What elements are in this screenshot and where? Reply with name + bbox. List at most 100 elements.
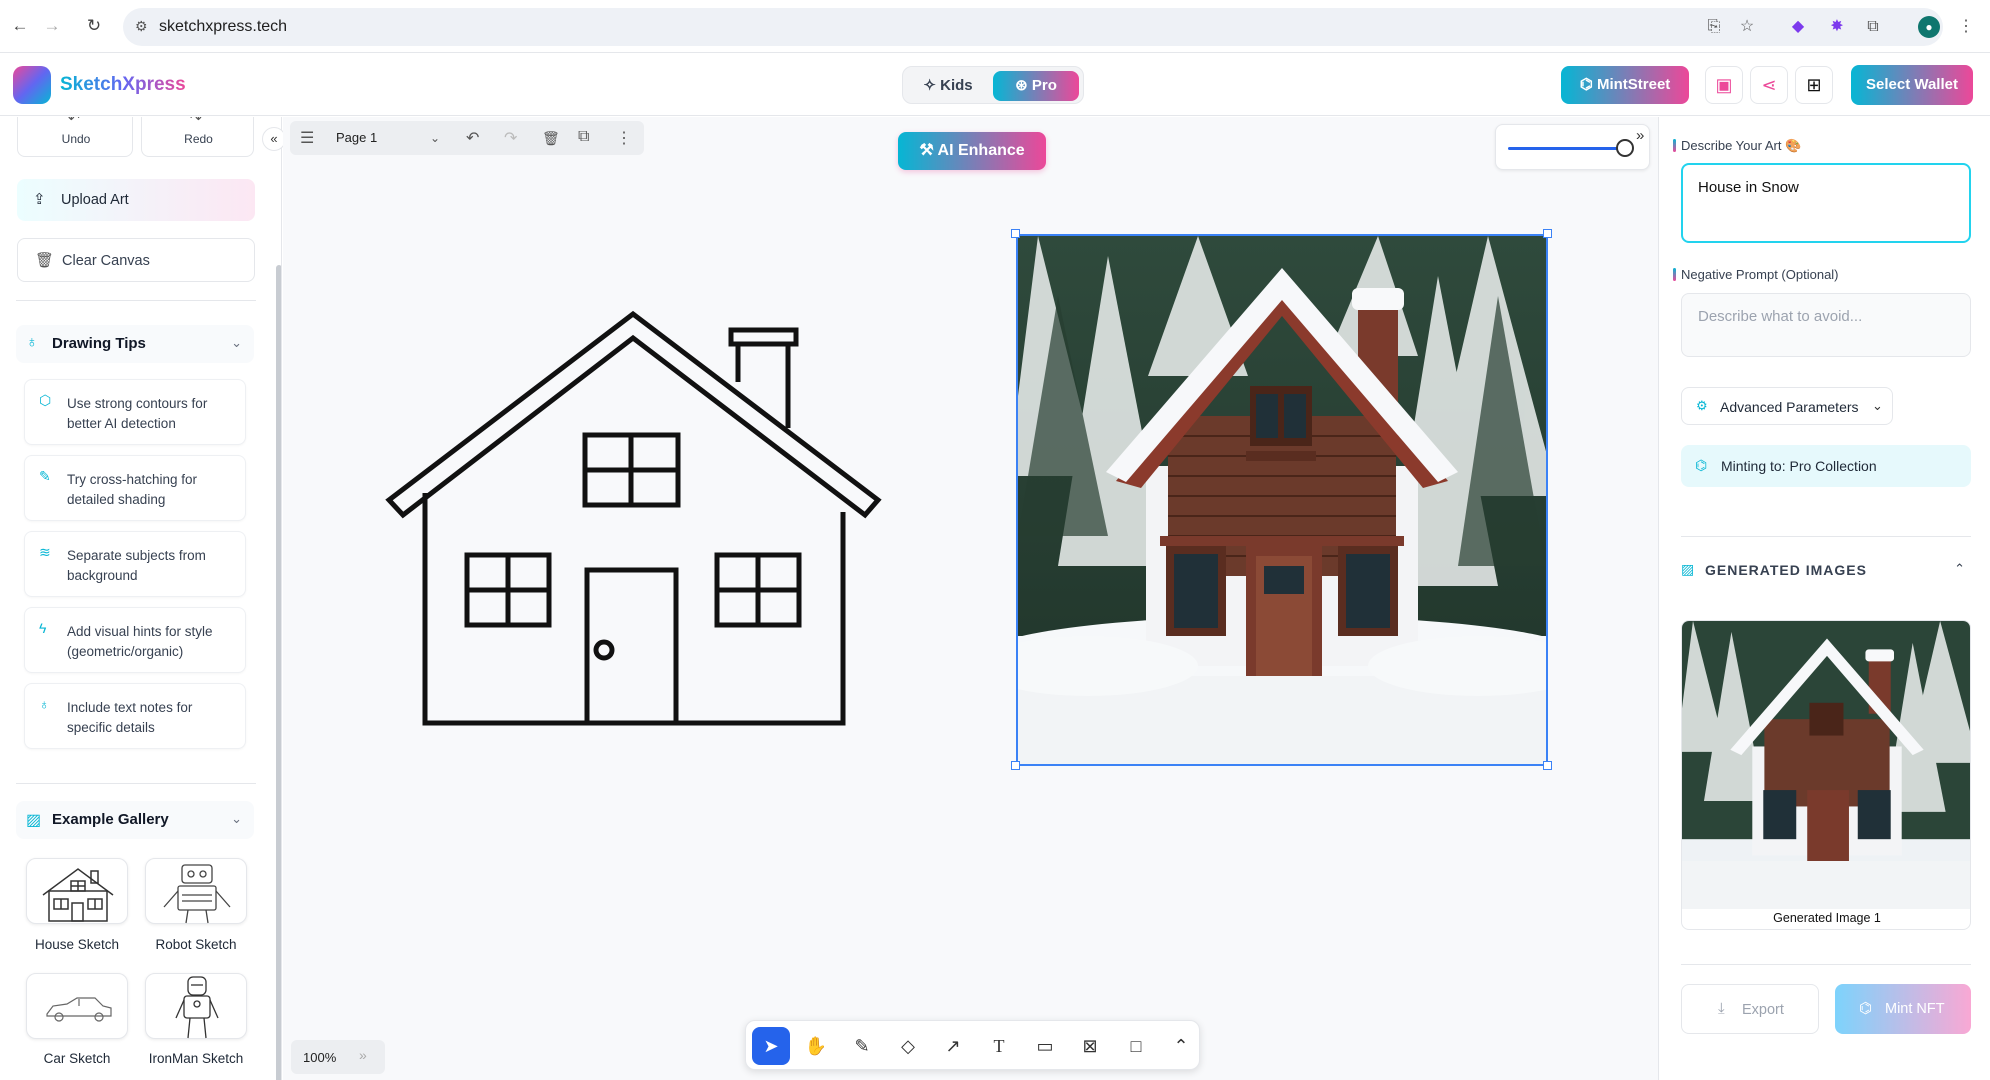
undo-button[interactable]: ↶ Undo bbox=[17, 117, 133, 157]
clear-canvas-label: Clear Canvas bbox=[62, 253, 150, 269]
resize-handle[interactable] bbox=[1543, 229, 1552, 238]
extension-icon[interactable]: ◆ bbox=[1787, 16, 1809, 38]
sidebar-scrollbar[interactable] bbox=[276, 265, 281, 1080]
resize-handle[interactable] bbox=[1011, 229, 1020, 238]
grid-icon[interactable]: ⊞ bbox=[1795, 66, 1833, 104]
stroke-slider-panel: » bbox=[1495, 124, 1650, 170]
gallery-item-robot[interactable] bbox=[145, 858, 247, 924]
gallery-label: House Sketch bbox=[34, 937, 120, 952]
gallery-item-car[interactable] bbox=[26, 973, 128, 1039]
app-logo[interactable] bbox=[13, 66, 51, 104]
undo-icon[interactable]: ↶ bbox=[466, 128, 479, 148]
redo-icon[interactable]: ↷ bbox=[504, 128, 517, 148]
generated-image-card[interactable]: Generated Image 1 bbox=[1681, 620, 1971, 930]
gallery-label: Car Sketch bbox=[43, 1051, 111, 1066]
text-tool-icon[interactable]: T bbox=[980, 1027, 1018, 1065]
page-name[interactable]: Page 1 bbox=[336, 130, 377, 145]
generated-images-header[interactable]: ▨ GENERATED IMAGES ⌃ bbox=[1681, 559, 1971, 587]
collection-icon: ⌬ bbox=[1695, 457, 1708, 473]
page-menu-bar: ☰ Page 1 ⌄ ↶ ↷ 🗑 ⧉ ⋮ bbox=[290, 121, 644, 155]
delete-icon[interactable]: 🗑 bbox=[542, 130, 560, 147]
browser-menu-icon[interactable]: ⋮ bbox=[1955, 16, 1977, 38]
tip-card: ✎ Try cross-hatching for detailed shading bbox=[24, 455, 246, 521]
image-tool-icon[interactable]: ⊠ bbox=[1071, 1027, 1109, 1065]
profile-avatar[interactable]: ● bbox=[1918, 16, 1940, 38]
export-button[interactable]: ⤓ Export bbox=[1681, 984, 1819, 1034]
mintstreet-button[interactable]: ⌬ MintStreet bbox=[1561, 66, 1689, 104]
pencil-icon: ✎ bbox=[39, 468, 51, 484]
negative-placeholder: Describe what to avoid... bbox=[1698, 308, 1863, 325]
right-panel: Describe Your Art 🎨 House in Snow Negati… bbox=[1658, 117, 1990, 1080]
hamburger-menu-icon[interactable]: ☰ bbox=[300, 128, 314, 148]
negative-prompt-input[interactable]: Describe what to avoid... bbox=[1681, 293, 1971, 357]
describe-art-input[interactable]: House in Snow bbox=[1681, 163, 1971, 243]
arrow-tool-icon[interactable]: ↗ bbox=[934, 1027, 972, 1065]
mint-nft-label: Mint NFT bbox=[1885, 1001, 1945, 1017]
gallery-item-ironman[interactable] bbox=[145, 973, 247, 1039]
extensions-puzzle-icon[interactable]: ⧉ bbox=[1862, 16, 1884, 38]
divider bbox=[16, 783, 256, 784]
eraser-tool-icon[interactable]: ◇ bbox=[889, 1027, 927, 1065]
upload-art-button[interactable]: ⇪ Upload Art bbox=[17, 179, 255, 221]
chevron-down-icon[interactable]: ⌄ bbox=[430, 131, 440, 145]
tip-text: Include text notes for specific details bbox=[67, 700, 193, 735]
redo-button[interactable]: ↷ Redo bbox=[141, 117, 254, 157]
mint-icon: ⌬ bbox=[1859, 1000, 1873, 1017]
advanced-parameters-button[interactable]: ⚙ Advanced Parameters ⌄ bbox=[1681, 387, 1893, 425]
slider-thumb[interactable] bbox=[1616, 139, 1634, 157]
mode-kids-button[interactable]: ✧ Kids bbox=[909, 71, 987, 101]
ai-enhance-label: AI Enhance bbox=[937, 142, 1025, 159]
more-icon[interactable]: ⋮ bbox=[616, 128, 632, 148]
expand-icon[interactable]: » bbox=[359, 1047, 367, 1063]
site-info-icon[interactable]: ⚙ bbox=[135, 18, 148, 35]
address-bar[interactable]: ⚙ sketchxpress.tech bbox=[123, 8, 1943, 46]
mode-pro-button[interactable]: ⊛ Pro bbox=[993, 71, 1079, 101]
bookmark-star-icon[interactable]: ☆ bbox=[1736, 16, 1758, 38]
url-text[interactable]: sketchxpress.tech bbox=[159, 18, 287, 36]
divider bbox=[1681, 536, 1971, 537]
drawing-toolbar: ➤ ✋ ✎ ◇ ↗ T ▭ ⊠ □ ⌃ bbox=[745, 1020, 1200, 1070]
chevron-down-icon: ⌄ bbox=[231, 335, 242, 350]
back-icon[interactable]: ← bbox=[8, 14, 32, 38]
slider-track[interactable] bbox=[1508, 147, 1628, 150]
zoom-level[interactable]: 100% bbox=[303, 1050, 336, 1065]
drawing-tips-header[interactable]: ♁ Drawing Tips ⌄ bbox=[16, 325, 254, 363]
select-wallet-button[interactable]: Select Wallet bbox=[1851, 65, 1973, 105]
tag-icon: ⬡ bbox=[39, 392, 52, 408]
lightbulb-icon: ♁ bbox=[26, 334, 38, 351]
expand-panel-icon[interactable]: » bbox=[1636, 127, 1644, 144]
generated-image-caption: Generated Image 1 bbox=[1773, 911, 1881, 925]
resize-handle[interactable] bbox=[1011, 761, 1020, 770]
redo-label: Redo bbox=[184, 132, 213, 146]
divider bbox=[16, 300, 256, 301]
resize-handle[interactable] bbox=[1543, 761, 1552, 770]
hand-tool-icon[interactable]: ✋ bbox=[797, 1027, 835, 1065]
mode-pro-label: Pro bbox=[1031, 77, 1057, 94]
extension-flower-icon[interactable]: ✸ bbox=[1826, 16, 1848, 38]
share-icon[interactable]: ⋖ bbox=[1750, 66, 1788, 104]
forward-icon[interactable]: → bbox=[40, 14, 64, 38]
chevron-up-icon[interactable]: ⌃ bbox=[1162, 1027, 1200, 1065]
reload-icon[interactable]: ↻ bbox=[82, 14, 106, 38]
house-line-sketch[interactable] bbox=[385, 310, 885, 730]
browser-toolbar: ← → ↻ ⚙ sketchxpress.tech ⎘ ☆ ◆ ✸ ⧉ ● ⋮ bbox=[0, 0, 1990, 53]
generated-image-on-canvas[interactable] bbox=[978, 234, 1588, 766]
negative-label: Negative Prompt (Optional) bbox=[1673, 267, 1839, 282]
app-header: SketchXpress ✧ Kids ⊛ Pro ⌬ MintStreet ▣… bbox=[0, 54, 1990, 116]
select-tool-icon[interactable]: ➤ bbox=[752, 1027, 790, 1065]
note-tool-icon[interactable]: ▭ bbox=[1026, 1027, 1064, 1065]
example-gallery-header[interactable]: ▨ Example Gallery ⌄ bbox=[16, 801, 254, 839]
pencil-tool-icon[interactable]: ✎ bbox=[843, 1027, 881, 1065]
ai-enhance-button[interactable]: ⚒ AI Enhance bbox=[898, 132, 1046, 170]
advanced-label: Advanced Parameters bbox=[1720, 399, 1859, 415]
brand-name[interactable]: SketchXpress bbox=[60, 74, 186, 96]
mintstreet-label: MintStreet bbox=[1596, 76, 1671, 93]
mint-nft-button[interactable]: ⌬ Mint NFT bbox=[1835, 984, 1971, 1034]
rectangle-tool-icon[interactable]: □ bbox=[1117, 1027, 1155, 1065]
clear-canvas-button[interactable]: 🗑 Clear Canvas bbox=[17, 238, 255, 282]
gallery-item-house[interactable] bbox=[26, 858, 128, 924]
tip-card: ⬡ Use strong contours for better AI detec… bbox=[24, 379, 246, 445]
duplicate-icon[interactable]: ⧉ bbox=[578, 128, 589, 146]
save-icon[interactable]: ▣ bbox=[1705, 66, 1743, 104]
install-app-icon[interactable]: ⎘ bbox=[1703, 16, 1725, 38]
